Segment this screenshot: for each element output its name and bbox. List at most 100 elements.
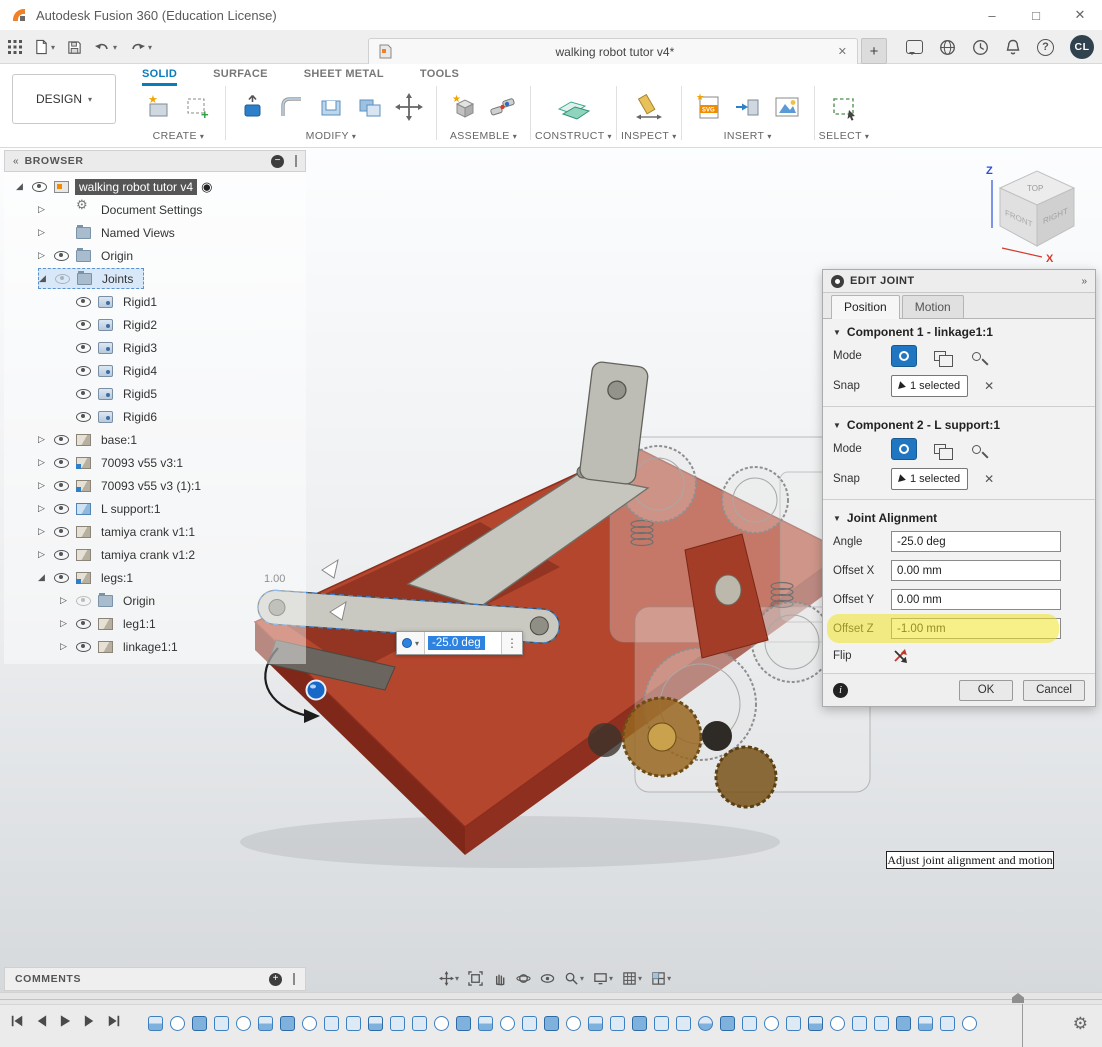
joint-feature-icon[interactable] (654, 1016, 669, 1031)
comments-bar[interactable]: COMMENTS + (4, 967, 306, 991)
angle-value-field[interactable]: -25.0 deg (425, 632, 501, 654)
browser-tree-item[interactable]: Rigid1 ◉ (4, 290, 306, 313)
visibility-eye-icon[interactable] (76, 389, 91, 399)
group-label-construct[interactable]: CONSTRUCT (535, 130, 605, 142)
mode-joint-origin-button[interactable] (963, 345, 989, 367)
browser-collapse-button[interactable]: − (271, 155, 284, 168)
visibility-eye-icon[interactable] (54, 481, 69, 491)
component2-clear-selection-icon[interactable]: ✕ (984, 472, 994, 486)
tab-motion[interactable]: Motion (902, 295, 964, 318)
joint-feature-icon[interactable] (918, 1016, 933, 1031)
orbit-button[interactable] (513, 969, 534, 988)
user-avatar[interactable]: CL (1070, 35, 1094, 59)
joint-feature-icon[interactable] (412, 1016, 427, 1031)
skip-to-end-button[interactable] (107, 1014, 121, 1028)
panel-grip[interactable] (295, 155, 297, 167)
tab-tools[interactable]: TOOLS (420, 64, 459, 86)
browser-tree-item[interactable]: Origin ◉ (4, 589, 306, 612)
extrude-feature-icon[interactable] (280, 1016, 295, 1031)
viewports-button[interactable]: ▾ (648, 969, 674, 988)
close-button[interactable]: ✕ (1058, 0, 1102, 30)
sketch-feature-icon[interactable] (258, 1016, 273, 1031)
mode-simple-button[interactable] (891, 438, 917, 460)
angle-input[interactable] (891, 531, 1061, 552)
component-feature-icon[interactable] (896, 1016, 911, 1031)
component2-snap-selection-button[interactable]: 1 selected (891, 468, 968, 490)
component-feature-icon[interactable] (456, 1016, 471, 1031)
tree-expand-arrow-icon[interactable] (60, 595, 76, 606)
globe-icon[interactable] (939, 39, 956, 56)
move-copy-icon[interactable] (394, 92, 424, 122)
browser-tree-item[interactable]: Rigid5 ◉ (4, 382, 306, 405)
visibility-eye-icon[interactable] (54, 504, 69, 514)
component2-section-header[interactable]: ▼ Component 2 - L support:1 (823, 412, 1095, 434)
browser-tree-item[interactable]: Origin ◉ (4, 244, 306, 267)
notification-bell-icon[interactable] (1005, 39, 1021, 56)
create-sketch-icon[interactable]: + (183, 92, 213, 122)
visibility-eye-icon[interactable] (54, 251, 69, 261)
component-feature-icon[interactable] (698, 1016, 713, 1031)
tree-expand-arrow-icon[interactable] (38, 480, 54, 491)
browser-tree-item[interactable]: Document Settings ◉ (4, 198, 306, 221)
sketch-feature-icon[interactable] (148, 1016, 163, 1031)
mode-simple-button[interactable] (891, 345, 917, 367)
insert-derive-icon[interactable] (733, 92, 763, 122)
visibility-eye-icon[interactable] (76, 320, 91, 330)
tree-expand-arrow-icon[interactable] (60, 618, 76, 629)
component-feature-icon[interactable] (544, 1016, 559, 1031)
cancel-button[interactable]: Cancel (1023, 680, 1085, 701)
tree-expand-arrow-icon[interactable] (38, 549, 54, 560)
pan-tool-button[interactable]: ▾ (436, 969, 462, 988)
clock-icon[interactable] (972, 39, 989, 56)
save-button[interactable] (67, 40, 82, 55)
tree-expand-arrow-icon[interactable] (38, 434, 54, 445)
browser-tree-item[interactable]: base:1 ◉ (4, 428, 306, 451)
grid-settings-button[interactable]: ▾ (619, 969, 645, 988)
dialog-header[interactable]: EDIT JOINT » (823, 270, 1095, 293)
joint-feature-icon[interactable] (786, 1016, 801, 1031)
sketch-feature-icon[interactable] (632, 1016, 647, 1031)
view-cube[interactable]: Z TOP FRONT RIGHT X (980, 158, 1095, 266)
browser-tree-item[interactable]: Rigid3 ◉ (4, 336, 306, 359)
document-tab-close-icon[interactable]: ✕ (838, 45, 847, 58)
maximize-button[interactable]: □ (1014, 0, 1058, 30)
component1-section-header[interactable]: ▼ Component 1 - linkage1:1 (823, 319, 1095, 341)
group-label-select[interactable]: SELECT (819, 130, 862, 142)
group-label-inspect[interactable]: INSPECT (621, 130, 669, 142)
mode-between-faces-button[interactable] (927, 438, 953, 460)
joint-feature-icon[interactable] (192, 1016, 207, 1031)
offset-z-input[interactable] (891, 618, 1061, 639)
step-back-button[interactable] (35, 1014, 48, 1028)
play-button[interactable] (59, 1014, 72, 1028)
visibility-eye-icon[interactable] (76, 297, 91, 307)
insert-canvas-icon[interactable] (772, 92, 802, 122)
offset-y-input[interactable] (891, 589, 1061, 610)
component-feature-icon[interactable] (830, 1016, 845, 1031)
joint-alignment-section-header[interactable]: ▼ Joint Alignment (823, 505, 1095, 527)
help-icon[interactable]: ? (1037, 39, 1054, 56)
tree-expand-arrow-icon[interactable] (38, 250, 54, 261)
dialog-expand-icon[interactable]: » (1081, 276, 1087, 287)
component-feature-icon[interactable] (170, 1016, 185, 1031)
tree-expand-arrow-icon[interactable] (39, 273, 55, 284)
timeline-scrub-track[interactable] (0, 992, 1102, 1004)
browser-tree-item[interactable]: tamiya crank v1:2 ◉ (4, 543, 306, 566)
visibility-eye-icon[interactable] (76, 596, 91, 606)
joint-feature-icon[interactable] (346, 1016, 361, 1031)
viewcube-top-face[interactable]: TOP (1027, 184, 1043, 193)
component-feature-icon[interactable] (390, 1016, 405, 1031)
new-body-icon[interactable]: ★ (144, 92, 174, 122)
visibility-eye-icon[interactable] (76, 343, 91, 353)
joint-icon[interactable] (488, 92, 518, 122)
rigid-joint-feature-icon[interactable] (940, 1016, 955, 1031)
display-settings-button[interactable]: ▾ (590, 969, 616, 988)
measure-icon[interactable] (634, 92, 664, 122)
browser-tree-item[interactable]: Rigid4 ◉ (4, 359, 306, 382)
component1-snap-selection-button[interactable]: 1 selected (891, 375, 968, 397)
visibility-eye-icon[interactable] (55, 274, 70, 284)
visibility-eye-icon[interactable] (76, 619, 91, 629)
tree-expand-arrow-icon[interactable] (38, 572, 54, 583)
construct-plane-icon[interactable] (556, 92, 590, 122)
combine-icon[interactable] (355, 92, 385, 122)
joint-feature-icon[interactable] (522, 1016, 537, 1031)
